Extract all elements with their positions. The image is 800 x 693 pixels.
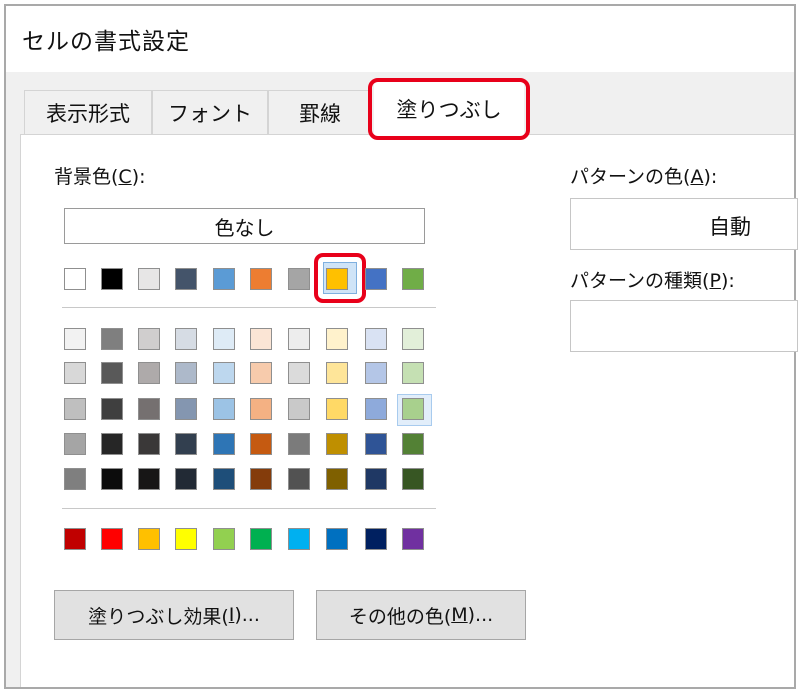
theme-tint-swatch[interactable]: [402, 468, 424, 490]
theme-tint-swatch[interactable]: [64, 362, 86, 384]
theme-tint-swatch[interactable]: [365, 362, 387, 384]
theme-tint-swatch[interactable]: [64, 433, 86, 455]
theme-tint-swatch[interactable]: [175, 328, 197, 350]
theme-color-swatch[interactable]: [138, 268, 160, 290]
theme-tint-swatch[interactable]: [402, 362, 424, 384]
pattern-style-dropdown[interactable]: [570, 300, 798, 352]
standard-color-swatch[interactable]: [402, 528, 424, 550]
theme-color-swatch[interactable]: [288, 268, 310, 290]
standard-color-swatch[interactable]: [101, 528, 123, 550]
theme-tint-swatch[interactable]: [175, 362, 197, 384]
theme-color-swatch[interactable]: [365, 268, 387, 290]
theme-tint-swatch[interactable]: [101, 362, 123, 384]
pattern-style-label: パターンの種類(P):: [570, 270, 735, 292]
more-colors-button[interactable]: その他の色(M)...: [316, 590, 526, 640]
theme-tint-swatch[interactable]: [138, 328, 160, 350]
standard-color-swatch[interactable]: [175, 528, 197, 550]
theme-tint-swatch[interactable]: [213, 328, 235, 350]
theme-tint-swatch[interactable]: [288, 328, 310, 350]
pattern-color-label: パターンの色(A):: [570, 166, 718, 188]
standard-color-swatch[interactable]: [138, 528, 160, 550]
dialog-titlebar: セルの書式設定: [6, 6, 794, 72]
standard-color-swatch[interactable]: [250, 528, 272, 550]
theme-tint-swatch[interactable]: [365, 433, 387, 455]
theme-tint-swatch[interactable]: [326, 328, 348, 350]
theme-tint-swatch[interactable]: [213, 398, 235, 420]
theme-tint-swatch[interactable]: [402, 398, 424, 420]
standard-color-swatch[interactable]: [213, 528, 235, 550]
theme-tint-swatch[interactable]: [138, 433, 160, 455]
theme-tint-swatch[interactable]: [138, 398, 160, 420]
pattern-color-value: 自動: [709, 215, 751, 239]
theme-tint-swatch[interactable]: [101, 468, 123, 490]
theme-tint-swatch[interactable]: [326, 468, 348, 490]
theme-tint-swatch[interactable]: [175, 433, 197, 455]
theme-tint-swatch[interactable]: [288, 433, 310, 455]
palette-separator-bottom: [62, 508, 436, 509]
theme-tint-swatch[interactable]: [64, 328, 86, 350]
theme-tint-swatch[interactable]: [101, 328, 123, 350]
tab-fill[interactable]: 塗りつぶし: [374, 82, 524, 135]
theme-tint-swatch[interactable]: [138, 468, 160, 490]
theme-tint-swatch[interactable]: [402, 433, 424, 455]
theme-tint-swatch[interactable]: [365, 328, 387, 350]
standard-color-swatch[interactable]: [64, 528, 86, 550]
pattern-color-dropdown[interactable]: 自動: [570, 198, 798, 250]
theme-tint-swatch[interactable]: [250, 362, 272, 384]
theme-color-swatch[interactable]: [250, 268, 272, 290]
theme-tint-swatch[interactable]: [138, 362, 160, 384]
theme-color-swatch[interactable]: [175, 268, 197, 290]
theme-color-swatch[interactable]: [64, 268, 86, 290]
standard-color-swatch[interactable]: [326, 528, 348, 550]
theme-tint-swatch[interactable]: [288, 362, 310, 384]
tab-font[interactable]: フォント: [152, 90, 268, 134]
theme-color-swatch[interactable]: [101, 268, 123, 290]
theme-tint-swatch[interactable]: [250, 328, 272, 350]
theme-tint-swatch[interactable]: [213, 433, 235, 455]
theme-tint-swatch[interactable]: [213, 468, 235, 490]
theme-tint-swatch[interactable]: [288, 468, 310, 490]
theme-tint-swatch[interactable]: [365, 398, 387, 420]
tab-border[interactable]: 罫線: [268, 90, 372, 134]
theme-tint-swatch[interactable]: [288, 398, 310, 420]
theme-tint-swatch[interactable]: [365, 468, 387, 490]
theme-tint-swatch[interactable]: [64, 398, 86, 420]
theme-tint-swatch[interactable]: [402, 328, 424, 350]
standard-color-swatch[interactable]: [288, 528, 310, 550]
theme-tint-swatch[interactable]: [326, 362, 348, 384]
theme-tint-swatch[interactable]: [250, 468, 272, 490]
dialog-title: セルの書式設定: [22, 29, 190, 55]
fill-effects-button[interactable]: 塗りつぶし効果(I)...: [54, 590, 294, 640]
theme-color-swatch[interactable]: [402, 268, 424, 290]
theme-tint-swatch[interactable]: [326, 398, 348, 420]
theme-tint-swatch[interactable]: [175, 398, 197, 420]
theme-tint-swatch[interactable]: [326, 433, 348, 455]
palette-separator-top: [62, 307, 436, 308]
theme-tint-swatch[interactable]: [101, 433, 123, 455]
theme-tint-swatch[interactable]: [250, 398, 272, 420]
background-color-label: 背景色(C):: [54, 166, 146, 188]
theme-tint-swatch[interactable]: [250, 433, 272, 455]
theme-color-swatch[interactable]: [326, 268, 348, 290]
no-color-button[interactable]: 色なし: [64, 208, 425, 244]
theme-tint-swatch[interactable]: [101, 398, 123, 420]
theme-tint-swatch[interactable]: [213, 362, 235, 384]
theme-color-swatch[interactable]: [213, 268, 235, 290]
theme-tint-swatch[interactable]: [175, 468, 197, 490]
standard-color-swatch[interactable]: [365, 528, 387, 550]
tab-number-format[interactable]: 表示形式: [24, 90, 152, 134]
theme-tint-swatch[interactable]: [64, 468, 86, 490]
